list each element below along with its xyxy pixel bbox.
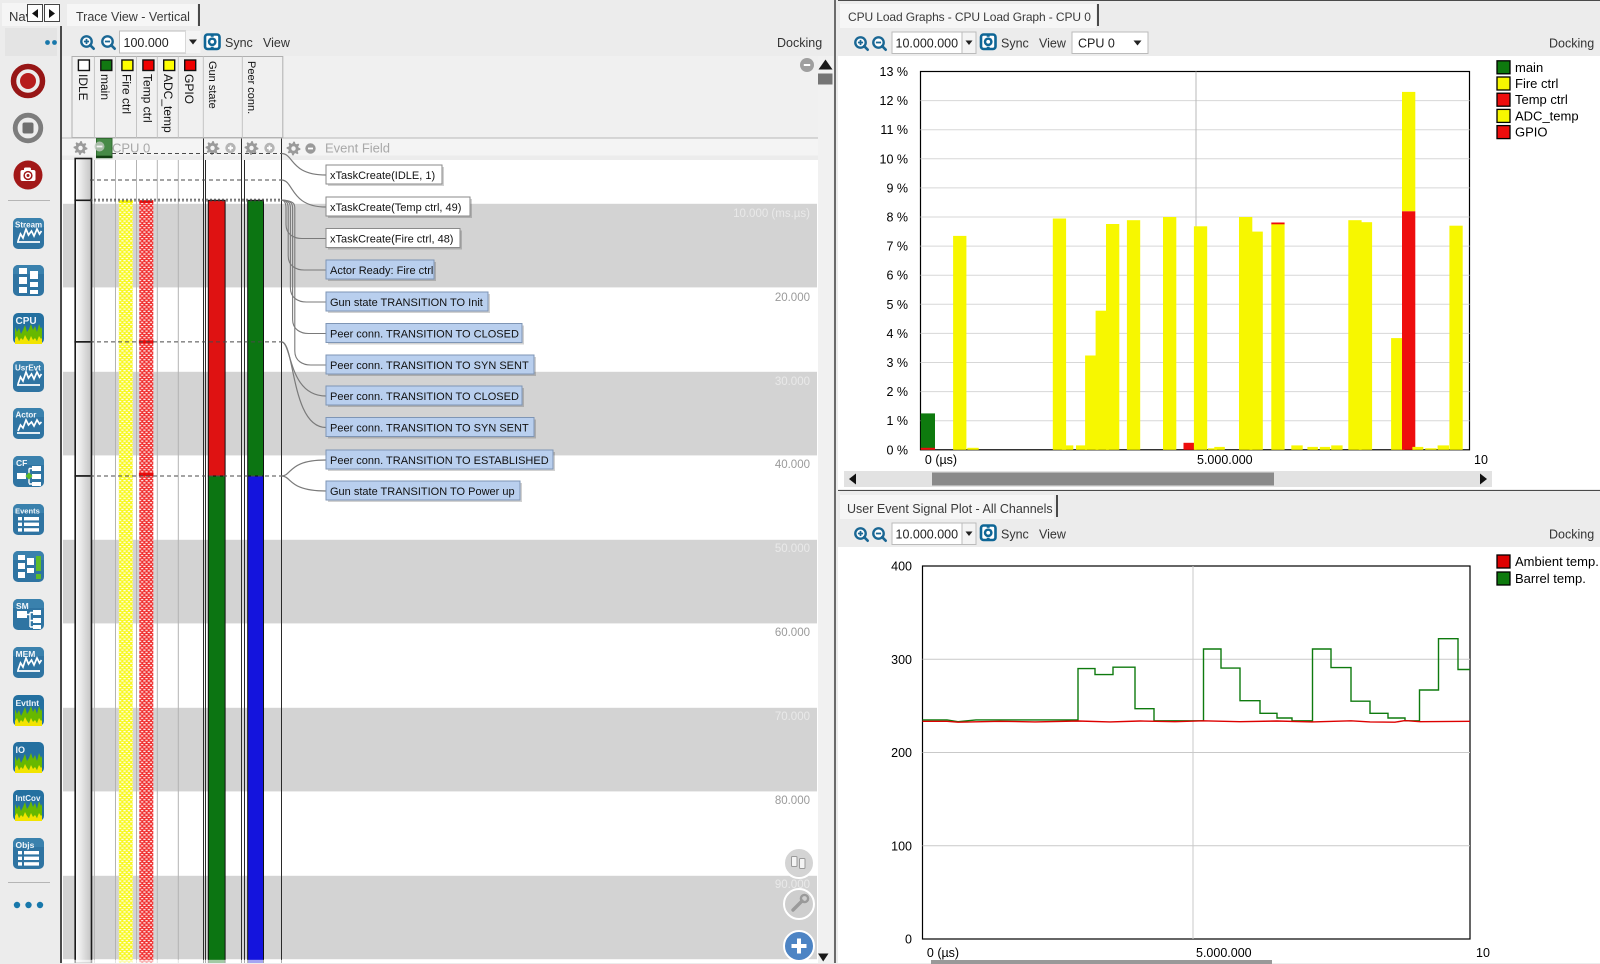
svg-text:main: main (98, 74, 112, 100)
svg-text:IO: IO (16, 745, 26, 755)
svg-text:View: View (1039, 37, 1067, 51)
svg-text:Fire ctrl: Fire ctrl (1515, 76, 1558, 91)
svg-text:5 %: 5 % (886, 298, 908, 312)
svg-text:Docking: Docking (1549, 528, 1594, 542)
svg-text:Peer conn. TRANSITION TO CLOSE: Peer conn. TRANSITION TO CLOSED (330, 391, 519, 403)
svg-text:0 (µs): 0 (µs) (925, 453, 957, 467)
svg-text:70.000: 70.000 (775, 711, 810, 723)
svg-text:Fire ctrl: Fire ctrl (119, 74, 133, 114)
svg-text:IntCov: IntCov (16, 794, 41, 803)
svg-text:Events: Events (15, 506, 40, 515)
svg-text:0 %: 0 % (886, 443, 908, 457)
svg-text:5.000.000: 5.000.000 (1196, 946, 1252, 960)
svg-text:400: 400 (891, 560, 912, 574)
svg-text:Docking: Docking (1549, 37, 1594, 51)
svg-text:Barrel temp.: Barrel temp. (1515, 571, 1586, 586)
svg-text:ADC_temp: ADC_temp (1515, 108, 1579, 123)
svg-text:10 %: 10 % (880, 152, 909, 166)
svg-text:40.000: 40.000 (775, 459, 810, 471)
svg-text:80.000: 80.000 (775, 795, 810, 807)
svg-text:EvtInt: EvtInt (16, 698, 40, 708)
svg-text:Peer conn. TRANSITION TO CLOSE: Peer conn. TRANSITION TO CLOSED (330, 329, 519, 341)
svg-text:CPU 0: CPU 0 (112, 141, 150, 156)
svg-text:300: 300 (891, 653, 912, 667)
svg-text:8 %: 8 % (886, 211, 908, 225)
svg-text:Actor Ready: Fire ctrl: Actor Ready: Fire ctrl (330, 265, 433, 277)
svg-text:IDLE: IDLE (76, 74, 90, 101)
svg-text:9 %: 9 % (886, 181, 908, 195)
svg-text:100: 100 (891, 839, 912, 853)
svg-text:5.000.000: 5.000.000 (1197, 453, 1253, 467)
svg-text:Temp ctrl: Temp ctrl (140, 74, 154, 123)
svg-text:CPU 0: CPU 0 (1078, 37, 1115, 51)
svg-text:Peer conn. TRANSITION TO ESTAB: Peer conn. TRANSITION TO ESTABLISHED (330, 455, 549, 467)
svg-text:50.000: 50.000 (775, 543, 810, 555)
svg-text:CPU: CPU (16, 316, 37, 327)
svg-text:SM: SM (16, 601, 29, 611)
svg-text:10.000 (ms.µs): 10.000 (ms.µs) (733, 208, 810, 220)
svg-text:2 %: 2 % (886, 385, 908, 399)
svg-text:13 %: 13 % (880, 65, 909, 79)
svg-text:10: 10 (1476, 946, 1490, 960)
svg-text:Ambient temp.: Ambient temp. (1515, 554, 1599, 569)
svg-text:1 %: 1 % (886, 414, 908, 428)
svg-text:Peer conn. TRANSITION TO SYN S: Peer conn. TRANSITION TO SYN SENT (330, 423, 529, 435)
svg-text:Peer conn.: Peer conn. (245, 61, 257, 114)
svg-text:Gun state TRANSITION TO Power: Gun state TRANSITION TO Power up (330, 486, 515, 498)
svg-text:xTaskCreate(Temp ctrl, 49): xTaskCreate(Temp ctrl, 49) (330, 202, 461, 214)
svg-text:10: 10 (1474, 453, 1488, 467)
svg-text:4 %: 4 % (886, 327, 908, 341)
svg-text:Gun state TRANSITION TO Init: Gun state TRANSITION TO Init (330, 297, 483, 309)
svg-text:Gun state: Gun state (206, 61, 218, 109)
svg-text:GPIO: GPIO (1515, 125, 1548, 140)
svg-text:60.000: 60.000 (775, 627, 810, 639)
svg-text:View: View (1039, 528, 1067, 542)
svg-text:Stream: Stream (15, 220, 42, 229)
svg-text:30.000: 30.000 (775, 376, 810, 388)
svg-text:Sync: Sync (1001, 528, 1029, 542)
svg-text:Event Field: Event Field (325, 141, 390, 156)
svg-text:Temp ctrl: Temp ctrl (1515, 92, 1568, 107)
svg-text:0 (µs): 0 (µs) (927, 946, 959, 960)
svg-text:Sync: Sync (1001, 37, 1029, 51)
svg-text:7 %: 7 % (886, 240, 908, 254)
svg-text:10.000.000: 10.000.000 (896, 528, 959, 542)
svg-text:main: main (1515, 60, 1543, 75)
svg-text:12 %: 12 % (880, 94, 909, 108)
svg-text:6 %: 6 % (886, 269, 908, 283)
svg-text:GPIO: GPIO (182, 74, 196, 104)
svg-text:ADC_temp: ADC_temp (161, 74, 175, 133)
svg-text:Objs: Objs (16, 840, 35, 850)
svg-text:Peer conn. TRANSITION TO SYN S: Peer conn. TRANSITION TO SYN SENT (330, 360, 529, 372)
svg-text:20.000: 20.000 (775, 292, 810, 304)
svg-text:3 %: 3 % (886, 356, 908, 370)
svg-text:0: 0 (905, 933, 912, 947)
svg-text:xTaskCreate(Fire ctrl, 48): xTaskCreate(Fire ctrl, 48) (330, 234, 453, 246)
svg-text:200: 200 (891, 746, 912, 760)
svg-text:10.000.000: 10.000.000 (896, 37, 959, 51)
svg-text:CF: CF (16, 458, 27, 468)
svg-text:11 %: 11 % (880, 123, 908, 137)
svg-text:xTaskCreate(IDLE, 1): xTaskCreate(IDLE, 1) (330, 170, 435, 182)
